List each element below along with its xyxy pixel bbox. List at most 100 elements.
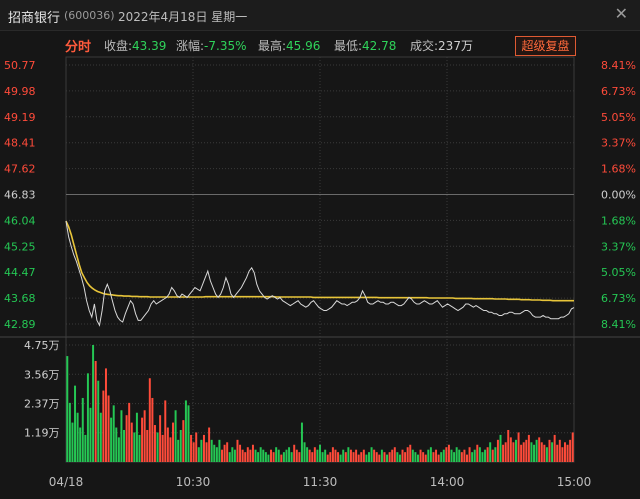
volume-bar bbox=[76, 412, 79, 462]
volume-bar bbox=[334, 449, 337, 462]
volume-bar bbox=[161, 434, 164, 462]
volume-bar bbox=[391, 449, 394, 462]
volume-bar bbox=[429, 447, 432, 462]
volume-bar bbox=[540, 442, 543, 462]
volume-bar bbox=[174, 410, 177, 462]
percent-tick-label: 6.73% bbox=[601, 292, 636, 305]
volume-bar bbox=[125, 415, 128, 462]
volume-bar bbox=[213, 444, 216, 462]
volume-bar bbox=[200, 439, 203, 462]
percent-tick-label: 1.68% bbox=[601, 163, 636, 176]
volume-bar bbox=[514, 439, 517, 462]
volume-bar bbox=[169, 437, 172, 462]
volume-bar bbox=[166, 427, 169, 462]
volume-bar bbox=[321, 452, 324, 462]
volume-bar bbox=[295, 449, 298, 462]
volume-bar bbox=[445, 447, 448, 462]
volume-bar bbox=[486, 447, 489, 462]
percent-tick-label: 5.05% bbox=[601, 266, 636, 279]
volume-bar bbox=[357, 454, 360, 462]
volume-bar bbox=[548, 439, 551, 462]
volume-bar bbox=[288, 447, 291, 462]
volume-bar bbox=[79, 427, 82, 462]
volume-bar bbox=[241, 449, 244, 462]
price-tick-label: 42.89 bbox=[4, 318, 36, 331]
volume-bar bbox=[380, 449, 383, 462]
volume-bar bbox=[71, 422, 74, 462]
volume-bar bbox=[396, 452, 399, 462]
volume-bar bbox=[316, 449, 319, 462]
volume-bar bbox=[509, 437, 512, 462]
volume-bar bbox=[146, 429, 149, 462]
volume-bar bbox=[424, 454, 427, 462]
volume-bar bbox=[300, 422, 303, 462]
volume-bar bbox=[128, 402, 131, 462]
price-tick-label: 45.25 bbox=[4, 240, 36, 253]
volume-bar bbox=[504, 442, 507, 462]
volume-bar bbox=[520, 444, 523, 462]
volume-bar bbox=[535, 439, 538, 462]
volume-bar bbox=[97, 380, 100, 462]
volume-bar bbox=[435, 449, 438, 462]
volume-bar bbox=[517, 432, 520, 462]
volume-bar bbox=[455, 447, 458, 462]
price-tick-label: 49.98 bbox=[4, 85, 36, 98]
time-tick-label: 10:30 bbox=[176, 475, 211, 489]
volume-bar bbox=[450, 449, 453, 462]
volume-bar bbox=[81, 397, 84, 462]
volume-bar bbox=[442, 449, 445, 462]
volume-bar bbox=[280, 454, 283, 462]
volume-bar bbox=[151, 397, 154, 462]
volume-bar bbox=[373, 449, 376, 462]
intraday-chart: 50.77 8.41% 49.98 6.73% 49.19 5.05% 48.41 3.37%… bbox=[0, 56, 640, 489]
volume-bar bbox=[406, 447, 409, 462]
volume-bar bbox=[172, 422, 175, 462]
volume-bar bbox=[282, 452, 285, 462]
price-tick-label: 50.77 bbox=[4, 59, 36, 72]
volume-bar bbox=[507, 429, 510, 462]
volume-bar bbox=[179, 429, 182, 462]
volume-bar bbox=[388, 452, 391, 462]
volume-bar bbox=[558, 439, 561, 462]
volume-bar bbox=[74, 385, 77, 462]
volume-bar bbox=[223, 444, 226, 462]
percent-tick-label: 6.73% bbox=[601, 85, 636, 98]
volume-bar bbox=[86, 373, 89, 462]
volume-bar bbox=[440, 452, 443, 462]
volume-bar bbox=[393, 447, 396, 462]
volume-bar bbox=[102, 390, 105, 462]
volume-bar bbox=[262, 449, 265, 462]
percent-tick-label: 1.68% bbox=[601, 214, 636, 227]
volume-bar bbox=[135, 412, 138, 462]
volume-bar bbox=[66, 356, 69, 462]
volume-bar bbox=[133, 432, 136, 462]
volume-bar bbox=[218, 439, 221, 462]
volume-bar bbox=[411, 449, 414, 462]
volume-bar bbox=[538, 437, 541, 462]
volume-bar bbox=[491, 449, 494, 462]
volume-bar bbox=[84, 434, 87, 462]
volume-bar bbox=[476, 444, 479, 462]
volume-bar bbox=[414, 452, 417, 462]
volume-bar bbox=[342, 449, 345, 462]
volume-bar bbox=[226, 442, 229, 462]
volume-bar bbox=[306, 447, 309, 462]
volume-bar bbox=[202, 434, 205, 462]
volume-bar bbox=[561, 447, 564, 462]
volume-bar bbox=[249, 449, 252, 462]
volume-bar bbox=[313, 447, 316, 462]
volume-bar bbox=[437, 454, 440, 462]
volume-bar bbox=[543, 444, 546, 462]
volume-bar bbox=[110, 417, 113, 462]
volume-bar bbox=[130, 422, 133, 462]
percent-tick-label: 8.41% bbox=[601, 318, 636, 331]
volume-bar bbox=[494, 447, 497, 462]
time-tick-label: 15:00 bbox=[557, 475, 592, 489]
volume-bar bbox=[398, 454, 401, 462]
volume-bar bbox=[231, 447, 234, 462]
volume-bar bbox=[378, 454, 381, 462]
volume-bar bbox=[259, 447, 262, 462]
volume-bar bbox=[251, 444, 254, 462]
volume-bar bbox=[319, 444, 321, 462]
volume-bar bbox=[120, 410, 123, 462]
